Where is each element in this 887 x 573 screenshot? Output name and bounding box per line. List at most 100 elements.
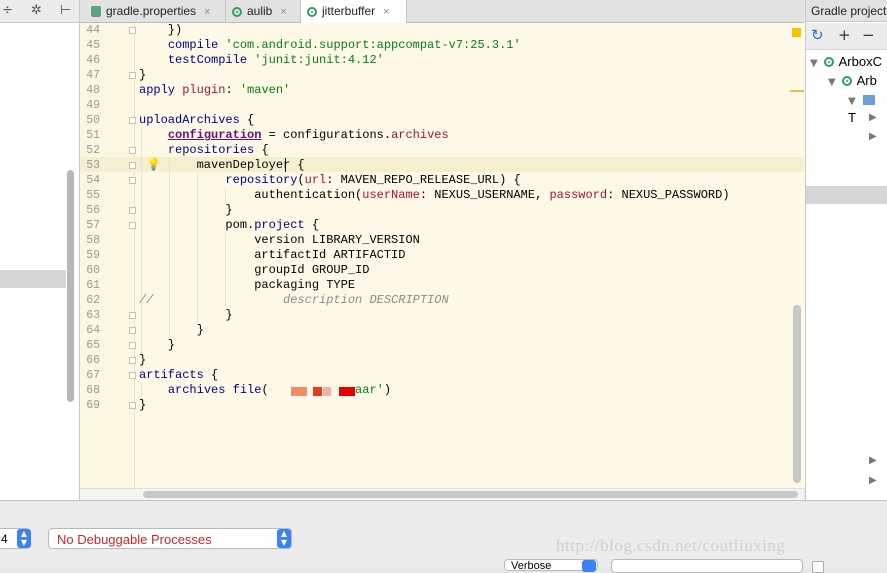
code-line[interactable]: authentication(userName: NEXUS_USERNAME,…	[139, 188, 730, 203]
code-token: archives	[391, 128, 449, 142]
code-line[interactable]: }	[139, 353, 146, 368]
fold-marker-icon[interactable]	[129, 117, 136, 124]
add-icon[interactable]: +	[838, 26, 851, 44]
gradle-tree-selected-row[interactable]	[806, 186, 887, 204]
chevron-right-icon[interactable]: ▶	[869, 131, 877, 142]
line-number: 50	[86, 114, 100, 127]
process-dropdown[interactable]: No Debuggable Processes	[48, 528, 292, 549]
warning-stripe[interactable]	[790, 90, 804, 92]
code-line[interactable]: groupId GROUP_ID	[139, 263, 369, 278]
line-number: 46	[86, 54, 100, 67]
code-line[interactable]: }	[139, 338, 175, 353]
log-level-arrows-icon[interactable]	[582, 560, 596, 572]
chevron-down-icon[interactable]: ▼	[828, 77, 836, 88]
code-line[interactable]: })	[139, 23, 182, 38]
fold-marker-icon[interactable]	[129, 222, 136, 229]
code-token: userName	[362, 188, 420, 202]
fold-marker-icon[interactable]	[129, 327, 136, 334]
editor-vertical-scrollbar[interactable]	[793, 305, 801, 483]
fold-marker-icon[interactable]	[129, 342, 136, 349]
code-line[interactable]: }	[139, 323, 204, 338]
module-icon	[232, 6, 242, 17]
inspection-status-icon[interactable]	[792, 28, 801, 37]
code-line[interactable]: artifacts {	[139, 368, 218, 383]
line-number: 47	[86, 69, 100, 82]
fold-marker-icon[interactable]	[129, 357, 136, 364]
line-number: 58	[86, 234, 100, 247]
code-line[interactable]: }	[139, 308, 232, 323]
code-token: compile	[167, 38, 226, 52]
code-token: archives	[167, 383, 233, 397]
code-line[interactable]: repository(url: MAVEN_REPO_RELEASE_URL) …	[139, 173, 520, 188]
line-number: 45	[86, 39, 100, 52]
device-dropdown-arrows-icon[interactable]: ▲ ▼	[17, 529, 31, 548]
code-line[interactable]: pom.project {	[139, 218, 319, 233]
code-line[interactable]: }	[139, 398, 146, 413]
code-line[interactable]: repositories {	[139, 143, 269, 158]
pin-icon[interactable]: ⊢	[60, 3, 71, 18]
line-number: 69	[86, 399, 100, 412]
code-line[interactable]: mavenDeployer {	[139, 158, 305, 173]
tab-aulib[interactable]: aulib ×	[226, 0, 301, 22]
code-line[interactable]: packaging TYPE	[139, 278, 355, 293]
code-token: )	[383, 383, 392, 397]
fold-marker-icon[interactable]	[129, 72, 136, 79]
code-token: plugin	[182, 83, 226, 97]
fold-marker-icon[interactable]	[129, 312, 136, 319]
code-line[interactable]: artifactId ARTIFACTID	[139, 248, 405, 263]
code-token: {	[304, 218, 320, 232]
code-line[interactable]: }	[139, 203, 232, 218]
chevron-right-icon[interactable]: ▶	[869, 455, 877, 466]
chevron-down-icon[interactable]: ▼	[848, 96, 856, 107]
regex-checkbox[interactable]	[812, 561, 824, 573]
code-line[interactable]: compile 'com.android.support:appcompat-v…	[139, 38, 521, 53]
lightbulb-icon[interactable]: 💡	[146, 157, 161, 171]
code-token: repository	[225, 173, 298, 187]
fold-marker-icon[interactable]	[129, 372, 136, 379]
close-icon[interactable]: ×	[383, 6, 389, 18]
fold-marker-icon[interactable]	[129, 177, 136, 184]
project-tree-selected-row[interactable]	[0, 270, 66, 288]
code-line[interactable]: apply plugin: 'maven'	[139, 83, 290, 98]
line-number: 66	[86, 354, 100, 367]
code-token: version LIBRARY_VERSION	[139, 233, 420, 247]
tab-jitterbuffer[interactable]: jitterbuffer ×	[301, 0, 407, 23]
code-line[interactable]: // description DESCRIPTION	[139, 293, 449, 308]
tree-node-tasks[interactable]: ▼ T	[848, 91, 887, 127]
chevron-down-icon[interactable]: ▼	[810, 58, 818, 69]
fold-marker-icon[interactable]	[129, 207, 136, 214]
split-icon[interactable]: ÷	[2, 3, 13, 18]
redaction-mark	[339, 387, 355, 396]
fold-marker-icon[interactable]	[129, 147, 136, 154]
code-line[interactable]: version LIBRARY_VERSION	[139, 233, 420, 248]
code-line[interactable]: configuration = configurations.archives	[139, 128, 449, 143]
watermark: http://blog.csdn.net/coutliuxing	[556, 536, 786, 555]
chevron-right-icon[interactable]: ▶	[869, 475, 877, 486]
close-icon[interactable]: ×	[204, 6, 210, 18]
project-panel-scrollbar[interactable]	[67, 170, 74, 402]
fold-marker-icon[interactable]	[129, 162, 136, 169]
tab-gradle-properties[interactable]: gradle.properties ×	[85, 0, 226, 22]
code-token: : NEXUS_PASSWORD)	[607, 188, 730, 202]
close-icon[interactable]: ×	[280, 6, 286, 18]
code-line[interactable]: }	[139, 68, 146, 83]
fold-marker-icon[interactable]	[129, 402, 136, 409]
chevron-right-icon[interactable]: ▶	[869, 112, 877, 123]
editor-horizontal-scrollbar[interactable]	[143, 491, 798, 498]
tree-node-module[interactable]: ▼ Arb	[828, 72, 877, 90]
gear-icon[interactable]: ✲	[31, 3, 42, 18]
code-line[interactable]: uploadArchives {	[139, 113, 254, 128]
logcat-search-input[interactable]	[611, 559, 803, 573]
process-dropdown-arrows-icon[interactable]: ▲ ▼	[277, 529, 291, 548]
remove-icon[interactable]: −	[862, 26, 875, 44]
code-line[interactable]: testCompile 'junit:junit:4.12'	[139, 53, 384, 68]
line-number: 53	[86, 159, 100, 172]
fold-marker-icon[interactable]	[129, 27, 136, 34]
tree-node-root[interactable]: ▼ ArboxC	[810, 53, 882, 71]
line-number: 56	[86, 204, 100, 217]
line-number: 49	[86, 99, 100, 112]
refresh-icon[interactable]: ↻	[811, 26, 824, 44]
